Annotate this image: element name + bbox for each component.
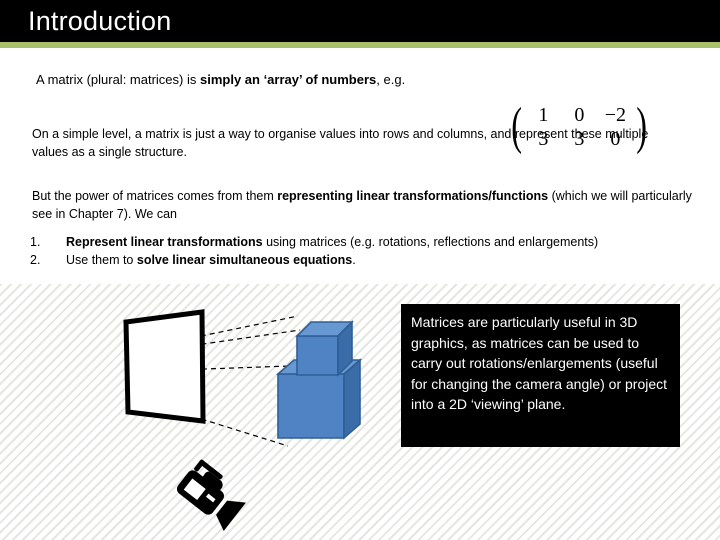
matrix-cell: 0 bbox=[574, 104, 585, 126]
body-content-area: A matrix (plural: matrices) is simply an… bbox=[0, 48, 720, 284]
intro-suffix: , e.g. bbox=[376, 72, 406, 87]
list-item-text: Use them to solve linear simultaneous eq… bbox=[66, 251, 356, 269]
white-projection-plane bbox=[123, 309, 206, 424]
list-item-text: Represent linear transformations using m… bbox=[66, 233, 598, 251]
example-matrix: ( 1 0 −2 3 3 0 ) bbox=[508, 98, 651, 155]
intro-emphasis: simply an ‘array’ of numbers bbox=[199, 72, 377, 87]
numbered-list: 1. Represent linear transformations usin… bbox=[30, 233, 700, 269]
list-item-rest: using matrices (e.g. rotations, reflecti… bbox=[262, 235, 599, 249]
matrix-cell: −2 bbox=[604, 104, 626, 126]
matrix-cell: 1 bbox=[538, 104, 549, 126]
matrix-close-paren: ) bbox=[636, 98, 648, 155]
matrix-cell: 3 bbox=[574, 128, 585, 150]
intro-sentence: A matrix (plural: matrices) is simply an… bbox=[36, 71, 506, 89]
matrix-entries: 1 0 −2 3 3 0 bbox=[525, 103, 633, 151]
power-emphasis: representing linear transformations/func… bbox=[277, 189, 549, 203]
list-item: 2. Use them to solve linear simultaneous… bbox=[30, 251, 700, 269]
paragraph-power-of-matrices: But the power of matrices comes from the… bbox=[32, 187, 692, 223]
blue-3d-block bbox=[275, 320, 363, 440]
page-title: Introduction bbox=[28, 6, 172, 36]
callout-box: Matrices are particularly useful in 3D g… bbox=[401, 304, 680, 447]
list-item: 1. Represent linear transformations usin… bbox=[30, 233, 700, 251]
list-item-emphasis: Represent linear transformations bbox=[66, 235, 263, 249]
power-prefix: But the power of matrices comes from the… bbox=[32, 189, 278, 203]
rotated-video-camera-icon bbox=[176, 459, 246, 531]
list-item-number: 1. bbox=[30, 235, 41, 249]
matrix-open-paren: ( bbox=[511, 98, 523, 155]
list-item-emphasis: solve linear simultaneous equations bbox=[136, 253, 353, 267]
list-item-rest: . bbox=[352, 253, 356, 267]
list-item-lead: Use them to bbox=[66, 253, 137, 267]
list-item-number: 2. bbox=[30, 253, 41, 267]
matrix-cell: 0 bbox=[610, 128, 621, 150]
intro-prefix: A matrix (plural: matrices) is bbox=[36, 72, 200, 87]
projection-diagram bbox=[0, 284, 400, 540]
matrix-cell: 3 bbox=[538, 128, 549, 150]
callout-text: Matrices are particularly useful in 3D g… bbox=[411, 314, 668, 412]
slide-root: Introduction A matrix (plural: matrices)… bbox=[0, 0, 720, 540]
